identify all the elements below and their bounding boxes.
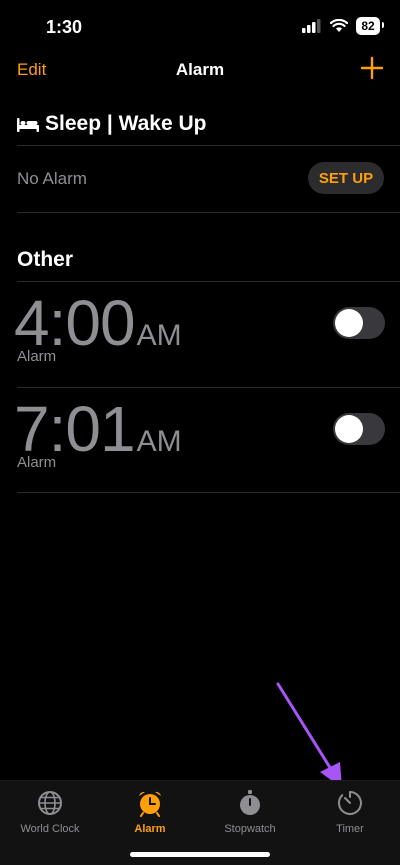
tab-bar: World Clock Alarm Stopwatch Timer <box>0 780 400 865</box>
tab-world-clock[interactable]: World Clock <box>0 789 100 835</box>
add-alarm-icon[interactable] <box>360 56 384 80</box>
alarm-time-ampm: AM <box>136 319 182 352</box>
other-section-title: Other <box>17 248 74 271</box>
alarm-label: Alarm <box>17 454 57 471</box>
battery-indicator: 82 <box>356 17 384 35</box>
tab-label: Timer <box>336 823 364 835</box>
wifi-icon <box>330 19 348 32</box>
stopwatch-icon <box>240 790 260 815</box>
globe-icon <box>38 791 62 815</box>
tab-alarm[interactable]: Alarm <box>100 789 200 835</box>
bed-icon <box>17 118 39 132</box>
alarm-clock-icon <box>139 791 161 817</box>
alarm-toggle[interactable] <box>333 413 385 445</box>
alarm-row[interactable]: 4:00 AM Alarm <box>0 282 400 387</box>
divider <box>17 212 400 213</box>
timer-icon <box>337 791 362 815</box>
alarm-toggle[interactable] <box>333 307 385 339</box>
no-alarm-label: No Alarm <box>17 169 87 188</box>
status-time: 1:30 <box>46 17 83 37</box>
divider <box>17 145 400 146</box>
sleep-section-header: Sleep | Wake Up <box>17 112 206 136</box>
nav-bar: Edit Alarm <box>0 52 400 92</box>
page-title: Alarm <box>175 60 225 79</box>
tab-label: Stopwatch <box>224 823 276 835</box>
alarm-row[interactable]: 7:01 AM Alarm <box>0 388 400 493</box>
signal-icon <box>302 19 321 33</box>
alarm-time-ampm: AM <box>136 425 182 458</box>
tab-label: Alarm <box>134 823 166 835</box>
set-up-button[interactable]: SET UP <box>308 162 384 194</box>
toggle-knob <box>335 309 363 337</box>
tab-timer[interactable]: Timer <box>300 789 400 835</box>
toggle-knob <box>335 415 363 443</box>
annotation-arrow-icon <box>276 682 342 788</box>
status-bar: 1:30 82 <box>0 0 400 52</box>
divider <box>17 492 400 493</box>
home-indicator[interactable] <box>130 852 270 857</box>
alarm-label: Alarm <box>17 348 57 365</box>
tab-label: World Clock <box>20 823 80 835</box>
sleep-section-title: Sleep | Wake Up <box>45 112 207 135</box>
status-icons: 82 <box>302 17 384 35</box>
tab-stopwatch[interactable]: Stopwatch <box>200 789 300 835</box>
